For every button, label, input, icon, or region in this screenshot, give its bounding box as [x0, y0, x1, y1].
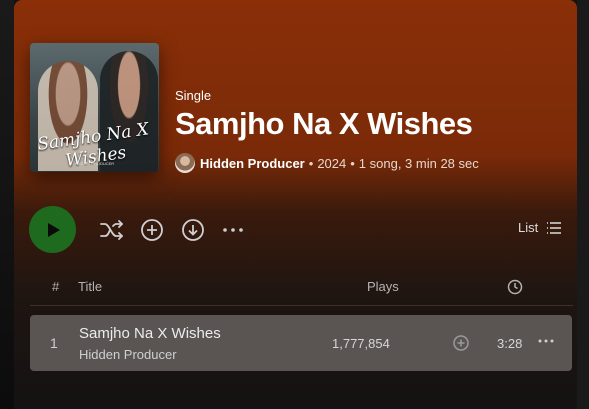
play-icon	[47, 222, 60, 237]
track-duration: 3:28	[497, 336, 523, 351]
track-title[interactable]: Samjho Na X Wishes	[79, 325, 221, 342]
view-toggle[interactable]: List	[518, 220, 562, 235]
meta-separator: •	[308, 155, 314, 171]
track-row[interactable]: 1 Samjho Na X Wishes Hidden Producer 1,7…	[30, 315, 572, 371]
shuffle-icon	[100, 220, 123, 240]
album-page: Samjho Na X Wishes HIDDEN PRODUCER Singl…	[14, 0, 577, 409]
track-add-button[interactable]	[452, 334, 470, 357]
more-horizontal-icon	[223, 228, 243, 232]
header-plays: Plays	[367, 279, 399, 294]
table-divider	[30, 305, 573, 306]
view-label: List	[518, 220, 539, 235]
download-icon	[182, 219, 204, 241]
download-button[interactable]	[180, 217, 206, 243]
release-year: 2024	[317, 155, 347, 171]
clock-icon	[507, 279, 523, 295]
track-plays: 1,777,854	[332, 336, 390, 351]
artist-avatar[interactable]	[175, 153, 195, 173]
header-number: #	[52, 279, 60, 294]
track-more-button[interactable]	[537, 333, 555, 354]
shuffle-button[interactable]	[99, 217, 125, 243]
album-title: Samjho Na X Wishes	[175, 106, 473, 141]
artist-link[interactable]: Hidden Producer	[200, 156, 305, 171]
album-type: Single	[175, 88, 212, 103]
track-number: 1	[50, 335, 58, 351]
album-cover: Samjho Na X Wishes HIDDEN PRODUCER	[30, 43, 159, 172]
header-duration	[507, 279, 523, 298]
header-title: Title	[78, 279, 103, 294]
plus-circle-icon	[141, 219, 163, 241]
album-summary: 1 song, 3 min 28 sec	[358, 155, 479, 171]
left-panel-edge	[0, 0, 14, 409]
meta-separator: •	[350, 155, 355, 171]
cover-small-text: HIDDEN PRODUCER	[74, 161, 115, 166]
album-meta: Hidden Producer • 2024 • 1 song, 3 min 2…	[175, 152, 479, 174]
track-artist[interactable]: Hidden Producer	[79, 347, 177, 362]
list-icon	[547, 221, 562, 234]
more-options-button[interactable]	[220, 217, 246, 243]
add-to-library-button[interactable]	[139, 217, 165, 243]
more-horizontal-icon	[538, 339, 554, 343]
scrollbar-track[interactable]	[577, 0, 589, 409]
plus-circle-icon	[453, 335, 469, 351]
play-button[interactable]	[29, 206, 76, 253]
